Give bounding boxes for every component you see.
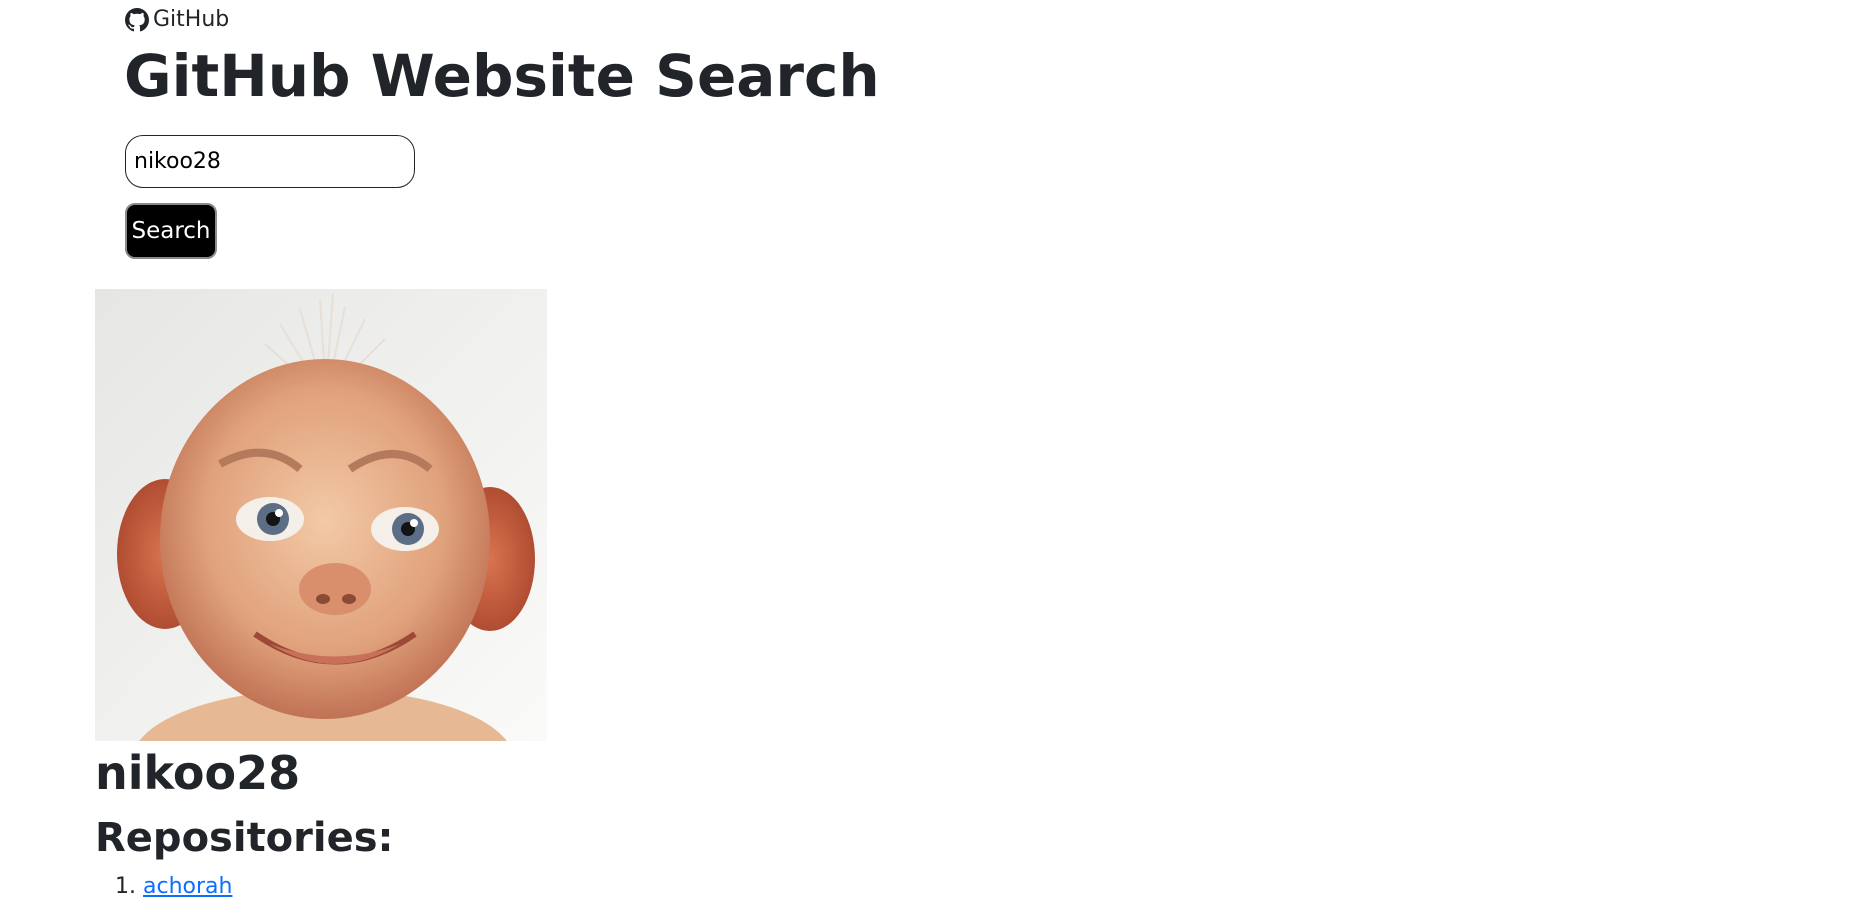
github-brand-link[interactable]: GitHub (125, 7, 229, 33)
search-button[interactable]: Search (125, 203, 217, 259)
github-icon (125, 8, 149, 32)
list-item: achorah (143, 872, 232, 902)
username: nikoo28 (95, 746, 301, 800)
page-title: GitHub Website Search (124, 42, 880, 110)
github-brand-label: GitHub (153, 7, 230, 32)
repository-list: achorah (95, 872, 232, 902)
repository-link[interactable]: achorah (143, 874, 232, 899)
repositories-heading: Repositories: (95, 815, 394, 861)
search-input[interactable] (125, 135, 415, 188)
avatar (95, 289, 547, 741)
